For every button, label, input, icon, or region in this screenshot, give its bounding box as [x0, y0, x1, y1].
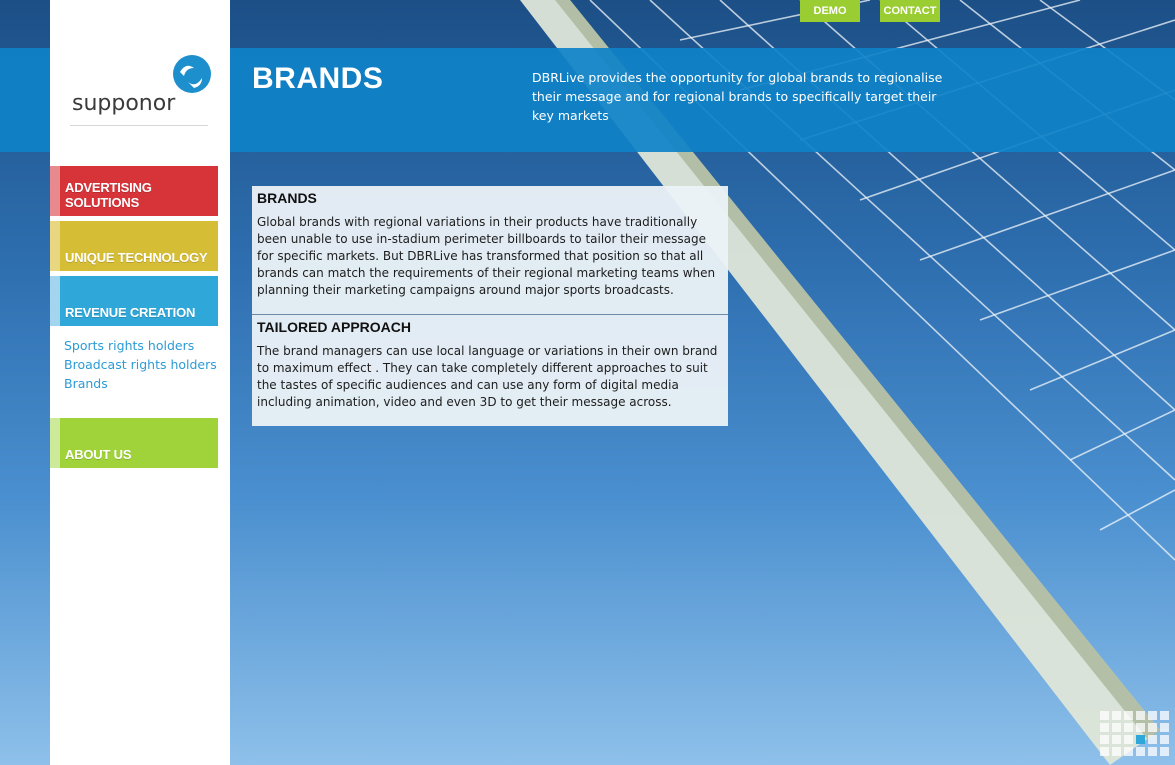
sub-link-broadcast-rights-holders[interactable]: Broadcast rights holders — [64, 357, 217, 372]
section-body-tailored-approach: The brand managers can use local languag… — [257, 344, 718, 409]
contact-button[interactable]: CONTACT — [880, 0, 940, 22]
content-panel: BRANDS Global brands with regional varia… — [252, 186, 728, 426]
nav-stripe — [50, 221, 60, 271]
nav-label: ADVERTISING SOLUTIONS — [65, 180, 152, 210]
nav-revenue-creation[interactable]: REVENUE CREATION — [50, 276, 218, 326]
nav-stripe — [50, 276, 60, 326]
logo-divider — [70, 125, 208, 126]
nav-label: REVENUE CREATION — [65, 305, 196, 320]
nav-stripe — [50, 166, 60, 216]
header-description: DBRLive provides the opportunity for glo… — [532, 70, 943, 123]
section-title-brands: BRANDS — [257, 190, 317, 206]
section-body-brands: Global brands with regional variations i… — [257, 215, 716, 297]
logo-text: supponor — [72, 91, 176, 116]
nav-stripe — [50, 418, 60, 468]
section-title-tailored-approach: TAILORED APPROACH — [257, 319, 411, 335]
section-divider — [252, 314, 728, 315]
nav-label: UNIQUE TECHNOLOGY — [65, 250, 208, 265]
sub-link-brands[interactable]: Brands — [64, 376, 108, 391]
logo-mark-icon: supponor — [72, 55, 211, 116]
sidebar: supponor ADVERTISING SOLUTIONS UNIQUE TE… — [50, 0, 230, 765]
demo-button[interactable]: DEMO — [800, 0, 860, 22]
nav-label: ABOUT US — [65, 447, 132, 462]
page-title: BRANDS — [252, 62, 384, 95]
nav-advertising-solutions[interactable]: ADVERTISING SOLUTIONS — [50, 166, 218, 216]
supponor-logo[interactable]: supponor — [70, 52, 215, 122]
nav-unique-technology[interactable]: UNIQUE TECHNOLOGY — [50, 221, 218, 271]
sub-link-sports-rights-holders[interactable]: Sports rights holders — [64, 338, 194, 353]
nav-about-us[interactable]: ABOUT US — [50, 418, 218, 468]
slideshow-grid-icon[interactable] — [1100, 711, 1170, 765]
